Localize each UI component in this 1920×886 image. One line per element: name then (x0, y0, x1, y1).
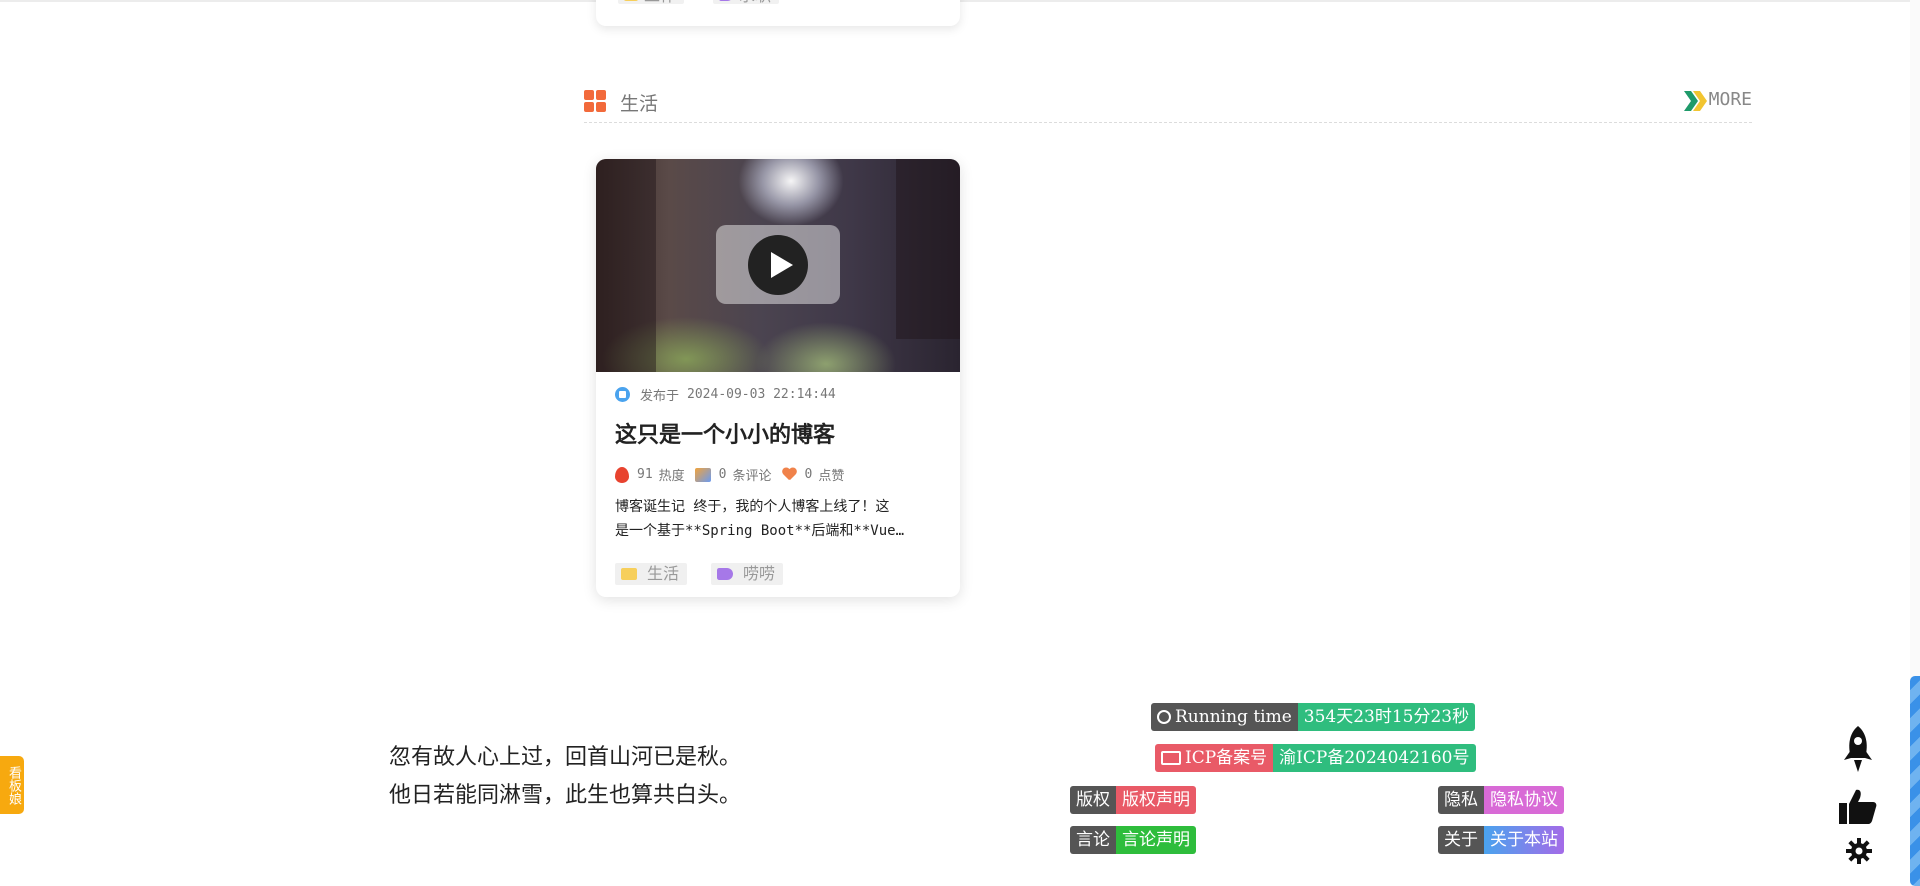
heart-icon (782, 468, 797, 481)
about-label: 关于 (1438, 826, 1484, 854)
poem-line: 他日若能同淋雪，此生也算共白头。 (389, 783, 742, 808)
category-label: 工作 (644, 0, 676, 4)
comment-count: 0 (718, 467, 727, 482)
excerpt-line: 是一个基于**Spring Boot**后端和**Vue… (615, 523, 905, 539)
folder-icon (624, 0, 638, 1)
clock-icon (1157, 710, 1171, 724)
top-divider (0, 0, 1920, 2)
comment-icon (694, 467, 711, 482)
publish-label: 发布于 (640, 389, 680, 404)
tag-icon (719, 0, 733, 1)
heat-label: 热度 (658, 469, 685, 484)
footer-poem: 忽有故人心上过，回首山河已是秋。 他日若能同淋雪，此生也算共白头。 (389, 739, 741, 815)
gear-icon[interactable] (1846, 838, 1872, 864)
fire-icon (615, 466, 629, 483)
publish-datetime: 2024-09-03 22:14:44 (687, 387, 836, 402)
play-icon (748, 235, 808, 295)
article-stats: 91 热度 0 条评论 0 点赞 (615, 465, 844, 484)
category-label: 生活 (647, 564, 680, 583)
calendar-icon (615, 387, 630, 402)
video-cover[interactable] (596, 159, 960, 372)
privacy-badge[interactable]: 隐私 隐私协议 (1438, 786, 1564, 814)
mascot-toggle-tab[interactable]: 看板娘 (0, 756, 24, 814)
previous-article-card[interactable]: 工作 求职 (596, 0, 960, 26)
about-badge[interactable]: 关于 关于本站 (1438, 826, 1564, 854)
tag-label: 求职 (739, 0, 771, 4)
running-time-value: 354天23时15分23秒 (1297, 703, 1476, 731)
scrollbar-thumb[interactable] (1910, 676, 1920, 886)
running-time-badge[interactable]: Running time 354天23时15分23秒 (1151, 703, 1476, 731)
icp-label: ICP备案号 (1185, 748, 1268, 768)
tag-label: 唠唠 (743, 564, 776, 583)
section-title: 生活 (620, 93, 659, 115)
thumbs-up-icon[interactable] (1839, 788, 1877, 824)
running-time-label: Running time (1175, 707, 1292, 727)
like-label: 点赞 (818, 469, 845, 484)
category-tag[interactable]: 生活 (615, 563, 688, 585)
like-count: 0 (804, 467, 813, 482)
more-link[interactable]: MORE (1709, 89, 1752, 110)
article-excerpt: 博客诞生记 终于，我的个人博客上线了！这 是一个基于**Spring Boot*… (615, 495, 935, 543)
privacy-value: 隐私协议 (1484, 786, 1564, 814)
copyright-label: 版权 (1070, 786, 1116, 814)
about-value: 关于本站 (1484, 826, 1564, 854)
poem-line: 忽有故人心上过，回首山河已是秋。 (389, 745, 742, 770)
icp-badge[interactable]: ICP备案号 渝ICP备2024042160号 (1155, 744, 1476, 772)
speech-badge[interactable]: 言论 言论声明 (1070, 826, 1196, 854)
folder-icon (621, 568, 637, 580)
tag-icon (717, 568, 733, 580)
play-button[interactable] (716, 225, 840, 304)
copyright-badge[interactable]: 版权 版权声明 (1070, 786, 1196, 814)
publish-date: 发布于 2024-09-03 22:14:44 (615, 385, 836, 404)
speech-label: 言论 (1070, 826, 1116, 854)
tag-chip[interactable]: 唠唠 (711, 563, 784, 585)
id-card-icon (1161, 751, 1181, 765)
article-card[interactable]: 发布于 2024-09-03 22:14:44 这只是一个小小的博客 91 热度… (596, 159, 960, 597)
grid-icon (584, 90, 606, 112)
heat-count: 91 (637, 467, 653, 482)
category-tag[interactable]: 工作 (618, 0, 685, 4)
icp-value: 渝ICP备2024042160号 (1273, 744, 1476, 772)
speech-value: 言论声明 (1116, 826, 1196, 854)
rocket-icon[interactable] (1842, 726, 1874, 774)
copyright-value: 版权声明 (1116, 786, 1196, 814)
comment-label: 条评论 (732, 469, 772, 484)
article-title[interactable]: 这只是一个小小的博客 (615, 417, 835, 449)
tag-chip[interactable]: 求职 (713, 0, 780, 4)
section-header: 生活 MORE (584, 86, 1752, 123)
double-chevron-right-icon (1684, 91, 1707, 111)
excerpt-line: 博客诞生记 终于，我的个人博客上线了！这 (615, 499, 890, 515)
privacy-label: 隐私 (1438, 786, 1484, 814)
